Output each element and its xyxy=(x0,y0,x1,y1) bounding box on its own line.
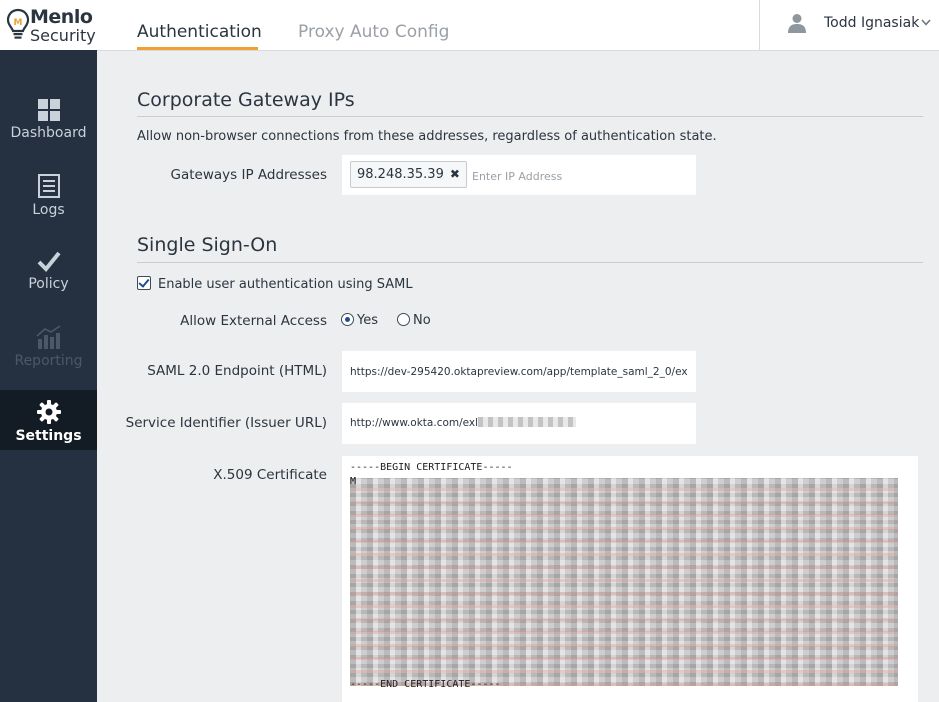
grid-icon xyxy=(37,99,60,121)
saml-endpoint-label: SAML 2.0 Endpoint (HTML) xyxy=(147,363,327,379)
gear-icon xyxy=(36,400,61,424)
section-divider xyxy=(137,262,923,263)
sidebar-item-label: Policy xyxy=(28,276,69,292)
redacted-certificate-body xyxy=(350,478,898,686)
checkmark-icon xyxy=(37,251,61,272)
section-title-gateway: Corporate Gateway IPs xyxy=(137,89,355,111)
radio-selected-icon xyxy=(341,313,354,326)
user-name: Todd Ignasiak xyxy=(824,15,920,31)
sidebar-item-label: Logs xyxy=(32,202,65,218)
bar-chart-icon xyxy=(35,325,60,349)
section-title-sso: Single Sign-On xyxy=(137,234,278,256)
top-header: M Menlo Security Authentication Proxy Au… xyxy=(0,0,939,51)
logo-text-bottom: Security xyxy=(30,26,96,45)
external-access-yes-radio[interactable]: Yes xyxy=(341,313,378,328)
issuer-url-value: http://www.okta.com/exl xyxy=(350,417,479,429)
gateway-ip-label: Gateways IP Addresses xyxy=(170,167,327,183)
user-menu[interactable]: Todd Ignasiak xyxy=(759,0,939,50)
user-avatar-icon xyxy=(788,14,806,33)
remove-ip-icon[interactable]: ✖ xyxy=(450,167,460,181)
lightbulb-logo-icon: M xyxy=(6,8,30,39)
ip-chip: 98.248.35.39 ✖ xyxy=(350,161,467,188)
gateway-description: Allow non-browser connections from these… xyxy=(137,129,717,144)
sidebar-item-settings[interactable]: Settings xyxy=(0,390,97,450)
issuer-url-label: Service Identifier (Issuer URL) xyxy=(125,415,327,431)
cert-begin-line: -----BEGIN CERTIFICATE----- xyxy=(350,462,513,473)
cert-first-char: M xyxy=(350,476,357,487)
sidebar: Dashboard Logs Policy Reporting Settings xyxy=(0,50,97,702)
logo-text-top: Menlo xyxy=(30,6,93,28)
document-icon xyxy=(37,174,60,198)
external-access-label: Allow External Access xyxy=(180,313,327,329)
tab-proxy-auto-config[interactable]: Proxy Auto Config xyxy=(298,22,449,50)
radio-no-label: No xyxy=(413,313,431,328)
radio-yes-label: Yes xyxy=(357,313,378,328)
sidebar-item-label: Settings xyxy=(15,428,82,444)
checkbox-checked-icon[interactable] xyxy=(137,276,151,290)
gateway-ip-tag-input[interactable]: 98.248.35.39 ✖ xyxy=(342,155,696,195)
radio-unselected-icon xyxy=(397,313,410,326)
redacted-text xyxy=(478,417,577,427)
sidebar-item-label: Dashboard xyxy=(10,125,87,141)
sidebar-item-dashboard[interactable]: Dashboard xyxy=(0,99,97,159)
saml-endpoint-input[interactable] xyxy=(342,351,696,392)
svg-text:M: M xyxy=(14,18,23,28)
sidebar-item-policy[interactable]: Policy xyxy=(0,250,97,310)
cert-end-line: -----END CERTIFICATE----- xyxy=(350,679,501,690)
sidebar-item-label: Reporting xyxy=(14,353,83,369)
chevron-down-icon xyxy=(921,19,931,26)
tab-authentication[interactable]: Authentication xyxy=(137,22,262,50)
ip-address-input[interactable] xyxy=(470,165,684,187)
certificate-textarea[interactable]: -----BEGIN CERTIFICATE----- M -----END C… xyxy=(342,456,918,702)
ip-chip-value: 98.248.35.39 xyxy=(357,167,444,182)
menlo-security-logo[interactable]: M Menlo Security xyxy=(0,0,97,50)
external-access-no-radio[interactable]: No xyxy=(397,313,431,328)
sidebar-item-reporting[interactable]: Reporting xyxy=(0,325,97,385)
section-divider xyxy=(137,116,923,117)
enable-saml-label: Enable user authentication using SAML xyxy=(158,277,413,292)
certificate-label: X.509 Certificate xyxy=(213,467,327,483)
issuer-url-input[interactable]: http://www.okta.com/exl xyxy=(342,403,696,444)
enable-saml-checkbox[interactable]: Enable user authentication using SAML xyxy=(137,276,413,292)
sidebar-item-logs[interactable]: Logs xyxy=(0,174,97,234)
